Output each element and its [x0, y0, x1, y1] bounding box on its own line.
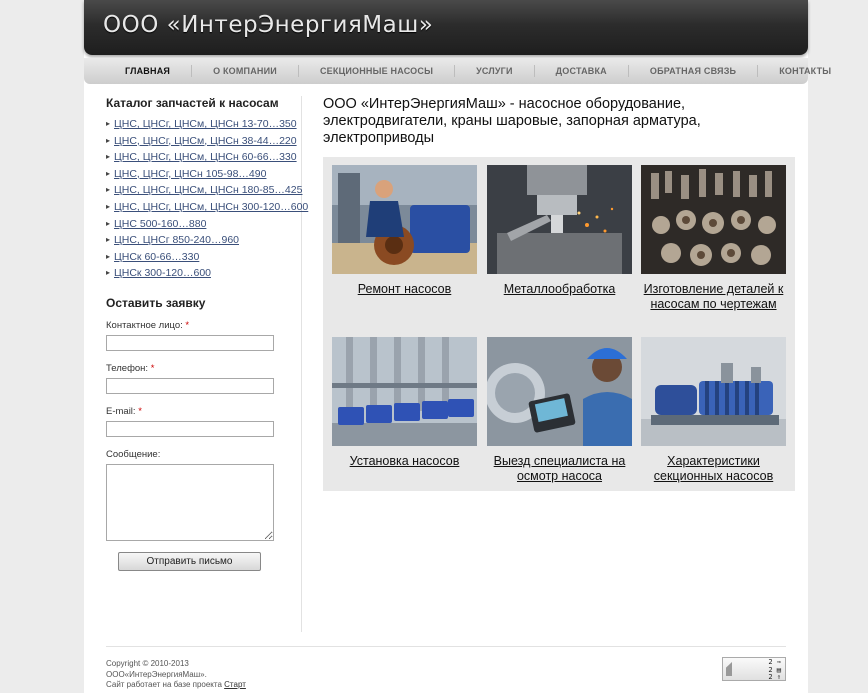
catalog-link[interactable]: ЦНСк 60-66…330 [114, 251, 199, 263]
list-item: ЦНС, ЦНСг, ЦНСм, ЦНСн 300-120…600 [106, 199, 308, 216]
footer: Copyright © 2010-2013 ООО«ИнтерЭнергияМа… [106, 659, 246, 691]
nav-item-about[interactable]: О компании [192, 65, 299, 77]
site-header: ООО «ИнтерЭнергияМаш» [84, 0, 808, 55]
pump-installation-image[interactable] [332, 337, 477, 446]
page-title: ООО «ИнтерЭнергияМаш» - насосное оборудо… [323, 96, 701, 146]
page: ООО «ИнтерЭнергияМаш» Главная О компании… [84, 0, 831, 693]
tile-pump-installation[interactable]: Установка насосов [332, 337, 477, 469]
list-item: ЦНС, ЦНСг 850-240…960 [106, 232, 306, 249]
tile-pump-repair[interactable]: Ремонт насосов [332, 165, 477, 297]
required-mark: * [150, 362, 155, 374]
tile-caption[interactable]: Ремонт насосов [332, 282, 477, 297]
tile-caption[interactable]: Изготовление деталей к насосам по чертеж… [641, 282, 786, 312]
parts-image[interactable] [641, 165, 786, 274]
tile-caption[interactable]: Металлообработка [487, 282, 632, 297]
list-item: ЦНС, ЦНСг, ЦНСм, ЦНСн 38-44…220 [106, 133, 306, 150]
pump-repair-image[interactable] [332, 165, 477, 274]
catalog-link[interactable]: ЦНС 500-160…880 [114, 218, 206, 230]
phone-field[interactable] [106, 377, 274, 394]
catalog-link[interactable]: ЦНС, ЦНСг, ЦНСм, ЦНСн 38-44…220 [114, 135, 297, 147]
message-field[interactable] [106, 463, 274, 541]
footer-divider [106, 646, 786, 647]
list-item: ЦНСк 300-120…600 [106, 265, 306, 282]
start-project-link[interactable]: Старт [224, 680, 246, 689]
phone-label: Телефон: * [106, 362, 155, 374]
tile-specialist-visit[interactable]: Выезд специалиста на осмотр насоса [487, 337, 632, 484]
counter-logo-icon [726, 662, 732, 676]
tile-pump-characteristics[interactable]: Характеристики секционных насосов [641, 337, 786, 484]
catalog-link[interactable]: ЦНС, ЦНСг, ЦНСм, ЦНСн 300-120…600 [114, 201, 308, 213]
tile-caption[interactable]: Характеристики секционных насосов [641, 454, 786, 484]
powered-by-text: Сайт работает на базе проекта Старт [106, 680, 246, 689]
specialist-image[interactable] [487, 337, 632, 446]
message-label: Сообщение: [106, 448, 161, 460]
main-nav: Главная О компании Секционные насосы Усл… [84, 58, 831, 84]
copyright-text: Copyright © 2010-2013 [106, 659, 189, 668]
counter-values: 2 ⇒ 2 ▤ 2 ⇑ [768, 658, 781, 681]
list-item: ЦНС, ЦНСг, ЦНСм, ЦНСн 13-70…350 [106, 116, 306, 133]
required-mark: * [185, 319, 190, 331]
catalog-link[interactable]: ЦНС, ЦНСг, ЦНСм, ЦНСн 13-70…350 [114, 118, 297, 130]
sectional-pump-image[interactable] [641, 337, 786, 446]
nav-item-home[interactable]: Главная [84, 65, 193, 77]
services-grid: Ремонт насосов Металлообработка Изготовл… [323, 157, 795, 491]
catalog-link[interactable]: ЦНС, ЦНСг, ЦНСм, ЦНСн 60-66…330 [114, 151, 297, 163]
nav-item-services[interactable]: Услуги [455, 65, 535, 77]
company-name-text: ООО«ИнтерЭнергияМаш». [106, 669, 207, 679]
list-item: ЦНСк 60-66…330 [106, 249, 306, 266]
tile-caption[interactable]: Выезд специалиста на осмотр насоса [487, 454, 632, 484]
tile-metalworking[interactable]: Металлообработка [487, 165, 632, 297]
catalog-link[interactable]: ЦНС, ЦНСг, ЦНСм, ЦНСн 180-85…425 [114, 184, 302, 196]
contact-field[interactable] [106, 334, 274, 351]
list-item: ЦНС, ЦНСг, ЦНСн 105-98…490 [106, 166, 306, 183]
email-label: E-mail: * [106, 405, 142, 417]
list-item: ЦНС, ЦНСг, ЦНСм, ЦНСн 180-85…425 [106, 182, 306, 199]
sidebar: Каталог запчастей к насосам ЦНС, ЦНСг, Ц… [106, 96, 308, 571]
catalog-link[interactable]: ЦНС, ЦНСг 850-240…960 [114, 234, 239, 246]
main-content: ООО «ИнтерЭнергияМаш» - насосное оборудо… [323, 96, 795, 491]
list-item: ЦНС, ЦНСг, ЦНСм, ЦНСн 60-66…330 [106, 149, 306, 166]
tile-caption[interactable]: Установка насосов [332, 454, 477, 469]
tile-parts-manufacturing[interactable]: Изготовление деталей к насосам по чертеж… [641, 165, 786, 312]
nav-item-contacts[interactable]: Контакты [758, 65, 852, 77]
metalworking-image[interactable] [487, 165, 632, 274]
request-form-title: Оставить заявку [106, 295, 206, 310]
list-item: ЦНС 500-160…880 [106, 216, 306, 233]
email-field[interactable] [106, 420, 274, 437]
nav-item-delivery[interactable]: Доставка [535, 65, 629, 77]
nav-item-feedback[interactable]: Обратная связь [629, 65, 759, 77]
catalog-title: Каталог запчастей к насосам [106, 96, 279, 110]
catalog-link[interactable]: ЦНС, ЦНСг, ЦНСн 105-98…490 [114, 168, 266, 180]
required-mark: * [138, 405, 142, 417]
visit-counter[interactable]: 2 ⇒ 2 ▤ 2 ⇑ [722, 657, 786, 681]
submit-button[interactable]: Отправить письмо [118, 551, 261, 571]
contact-label: Контактное лицо: * [106, 319, 190, 331]
site-title[interactable]: ООО «ИнтерЭнергияМаш» [103, 12, 433, 38]
nav-item-sectional-pumps[interactable]: Секционные насосы [299, 65, 456, 77]
catalog-list: ЦНС, ЦНСг, ЦНСм, ЦНСн 13-70…350 ЦНС, ЦНС… [106, 116, 308, 282]
catalog-link[interactable]: ЦНСк 300-120…600 [114, 267, 211, 279]
